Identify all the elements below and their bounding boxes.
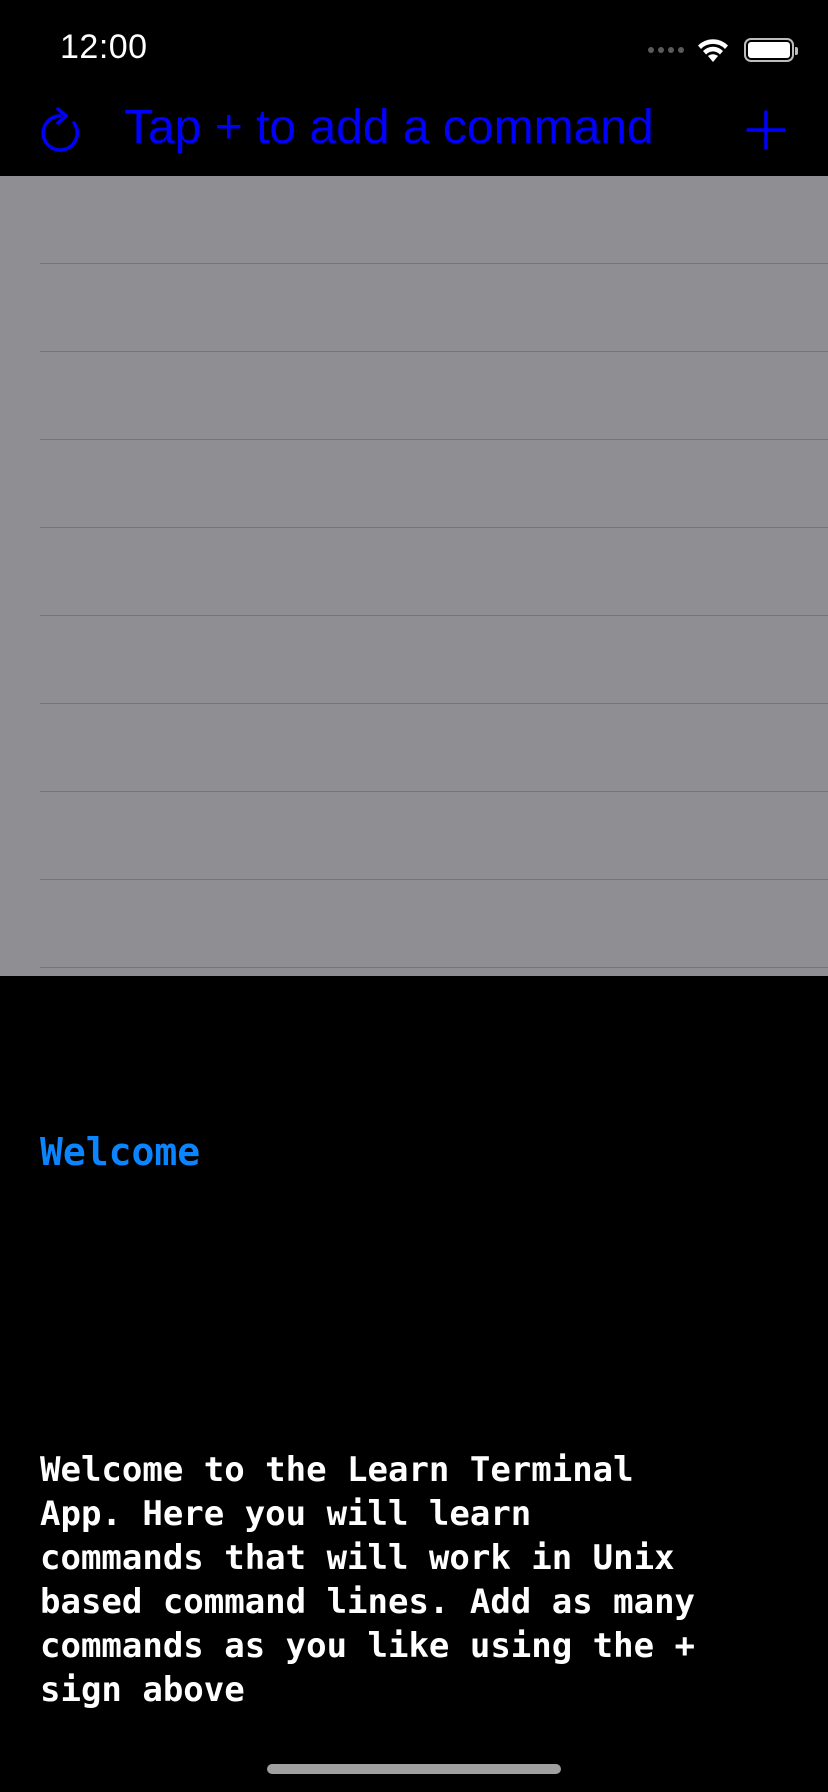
- navigation-bar: Tap + to add a command: [0, 90, 828, 176]
- command-row[interactable]: [40, 616, 828, 704]
- refresh-icon[interactable]: [36, 106, 84, 158]
- command-row[interactable]: [40, 528, 828, 616]
- command-row[interactable]: [40, 176, 828, 264]
- status-time: 12:00: [60, 28, 148, 66]
- command-row[interactable]: [40, 440, 828, 528]
- status-icons: [648, 34, 798, 66]
- command-row[interactable]: [40, 264, 828, 352]
- welcome-body: Welcome to the Learn Terminal App. Here …: [40, 1450, 696, 1710]
- plus-icon[interactable]: [744, 104, 788, 156]
- nav-title[interactable]: Tap + to add a command: [124, 100, 654, 155]
- home-indicator[interactable]: [267, 1764, 561, 1774]
- battery-level: [748, 42, 790, 58]
- wifi-icon: [698, 39, 728, 62]
- command-row[interactable]: [40, 792, 828, 880]
- cellular-signal-icon: [648, 47, 684, 53]
- command-row[interactable]: [40, 704, 828, 792]
- command-row[interactable]: [40, 880, 828, 968]
- battery-icon: [744, 38, 798, 62]
- welcome-heading: Welcome: [40, 1130, 201, 1174]
- status-bar: 12:00: [0, 0, 828, 90]
- command-row[interactable]: [40, 352, 828, 440]
- command-list[interactable]: [0, 176, 828, 976]
